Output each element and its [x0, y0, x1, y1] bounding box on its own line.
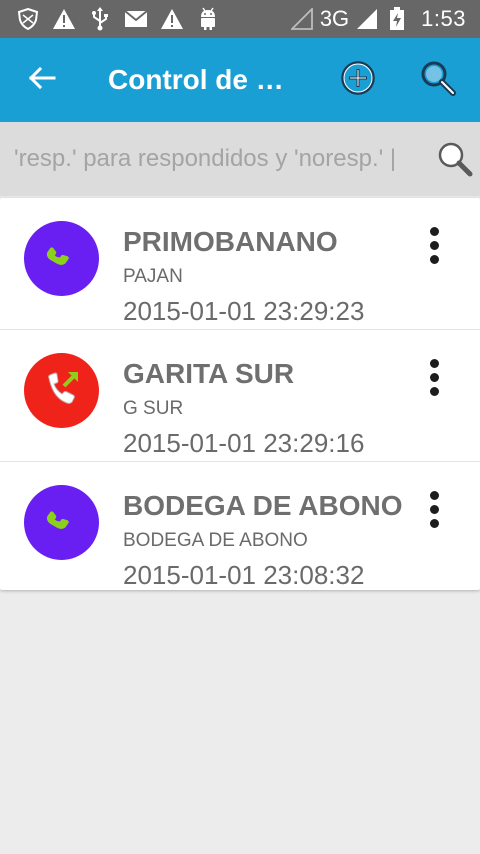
contact-location: PAJAN [123, 266, 183, 287]
app-bar: Control de R... [0, 38, 480, 122]
contact-location: G SUR [123, 398, 184, 419]
add-circle-icon [340, 60, 376, 101]
warning-icon [52, 7, 76, 31]
call-type-avatar [24, 221, 99, 296]
search-button[interactable] [410, 52, 466, 108]
android-icon [196, 7, 220, 31]
list-item[interactable]: BODEGA DE ABONO BODEGA DE ABONO 2015-01-… [0, 462, 480, 593]
contact-name: GARITA SUR [123, 358, 295, 389]
more-vert-icon [429, 490, 439, 500]
call-type-avatar [24, 485, 99, 560]
call-datetime: 2015-01-01 23:29:16 [123, 428, 365, 458]
search-icon [419, 59, 457, 102]
signal-icon [355, 7, 379, 31]
list-item[interactable]: GARITA SUR G SUR 2015-01-01 23:29:16 [0, 330, 480, 462]
call-type-avatar [24, 353, 99, 428]
more-vert-icon [429, 358, 439, 368]
list-item[interactable]: PRIMOBANANO PAJAN 2015-01-01 23:29:23 [0, 198, 480, 330]
usb-icon [88, 7, 112, 31]
more-options-button[interactable] [414, 484, 454, 534]
contact-name: PRIMOBANANO [123, 226, 338, 257]
network-type: 3G [319, 6, 350, 31]
more-options-button[interactable] [414, 220, 454, 270]
add-button[interactable] [330, 52, 386, 108]
phone-answered-icon [42, 500, 82, 545]
signal-icon [290, 7, 314, 31]
more-options-button[interactable] [414, 352, 454, 402]
contact-name: BODEGA DE ABONO [123, 490, 403, 521]
page-title: Control de R... [108, 64, 298, 95]
search-input[interactable] [14, 145, 434, 173]
call-datetime: 2015-01-01 23:29:23 [123, 296, 365, 326]
status-bar: 3G 1:53 [0, 0, 480, 38]
back-button[interactable] [14, 52, 70, 108]
phone-outgoing-icon [40, 366, 84, 415]
call-datetime: 2015-01-01 23:08:32 [123, 560, 365, 590]
shield-icon [16, 7, 40, 31]
warning-icon [160, 7, 184, 31]
battery-icon [385, 7, 409, 31]
search-icon[interactable] [436, 140, 474, 178]
search-bar [0, 122, 480, 196]
more-vert-icon [429, 226, 439, 236]
mail-icon [124, 7, 148, 31]
call-list: PRIMOBANANO PAJAN 2015-01-01 23:29:23 GA… [0, 198, 480, 590]
clock: 1:53 [421, 6, 466, 31]
contact-location: BODEGA DE ABONO [123, 530, 308, 551]
phone-answered-icon [42, 236, 82, 281]
back-arrow-icon [28, 66, 56, 95]
